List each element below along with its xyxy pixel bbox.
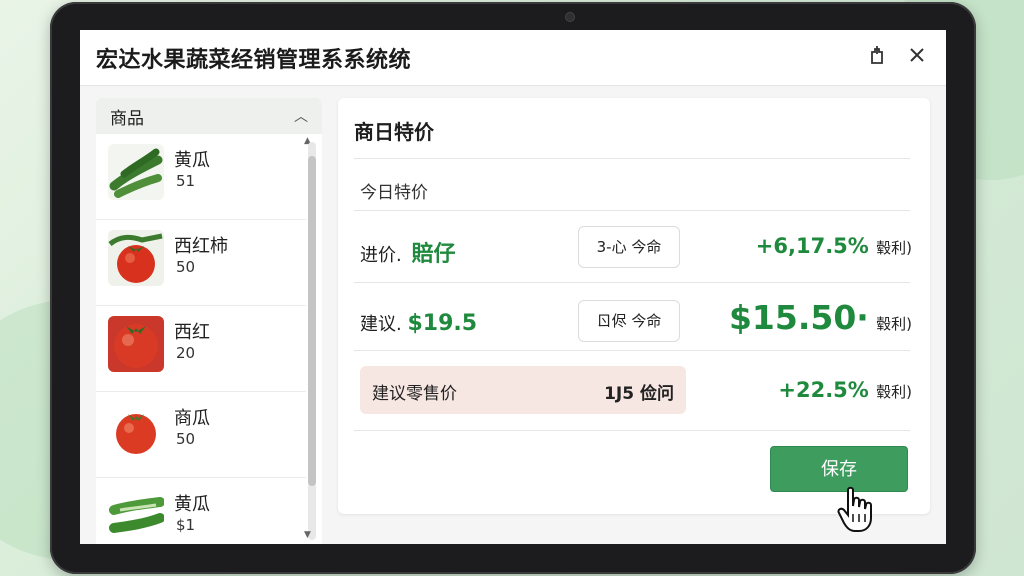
sidebar-header-label: 商品 <box>110 108 144 129</box>
divider <box>354 282 910 283</box>
divider <box>354 210 910 211</box>
margin-note: 毂利) <box>876 315 912 333</box>
list-item[interactable]: 西红 20 <box>96 306 306 392</box>
item-quantity: 20 <box>176 344 196 362</box>
cost-price-button[interactable]: 3-心 今命 <box>578 226 680 268</box>
retail-price-row[interactable]: 建议零售价 1J5 俭问 <box>360 366 686 414</box>
panel-subtitle: 今日特价 <box>360 183 428 203</box>
scrollbar-thumb[interactable] <box>308 156 316 486</box>
cost-price-row: 进价. 賠仔 <box>360 236 455 268</box>
list-item[interactable]: 西红柿 50 <box>96 220 306 306</box>
tomato-thumbnail <box>108 316 164 372</box>
scroll-down-arrow[interactable]: ▼ <box>304 530 311 540</box>
special-price-panel: 商日特价 今日特价 进价. 賠仔 3-心 今命 +6,17.5% 毂利) 建议.… <box>338 98 930 514</box>
margin-row1: +6,17.5% 毂利) <box>756 234 912 258</box>
margin-value: +22.5% <box>778 378 869 402</box>
panel-title: 商日特价 <box>354 120 434 144</box>
item-name: 黄瓜 <box>174 150 210 171</box>
item-quantity: 50 <box>176 258 196 276</box>
list-item[interactable]: 商瓜 50 <box>96 392 306 478</box>
margin-row3: +22.5% 毂利) <box>778 378 912 402</box>
margin-note: 毂利) <box>876 383 912 401</box>
list-item[interactable]: 黄瓜 $1 <box>96 478 306 544</box>
cost-price-value: 賠仔 <box>411 242 456 267</box>
divider <box>354 350 910 351</box>
camera-dot <box>566 13 574 21</box>
margin-note: 毂利) <box>876 239 912 257</box>
suggested-price-label: 建议. <box>360 314 402 335</box>
margin-value: $15.50· <box>728 298 869 337</box>
divider <box>354 158 910 159</box>
title-bar: 宏达水果蔬菜经销管理系系统统 <box>80 30 946 86</box>
share-icon[interactable] <box>864 44 890 70</box>
suggested-price-value: $19.5 <box>407 311 478 336</box>
item-name: 黄瓜 <box>174 494 210 515</box>
cucumber-thumbnail <box>108 488 164 544</box>
app-window: 宏达水果蔬菜经销管理系系统统 商品 ︿ 黄瓜 51 西红柿 50 西红 20 商… <box>80 30 946 544</box>
item-name: 商瓜 <box>174 408 210 429</box>
cost-price-label: 进价. <box>360 245 402 266</box>
item-quantity: 51 <box>176 172 196 190</box>
sidebar-header[interactable]: 商品 ︿ <box>96 98 322 134</box>
hand-cursor-icon <box>837 486 872 532</box>
item-quantity: 50 <box>176 430 196 448</box>
suggested-price-row: 建议. $19.5 <box>360 310 477 336</box>
item-quantity: $1 <box>176 516 196 534</box>
margin-row2: $15.50· 毂利) <box>729 298 912 337</box>
divider <box>354 430 910 431</box>
item-name: 西红柿 <box>174 236 228 257</box>
retail-price-value: 1J5 俭问 <box>604 384 674 404</box>
margin-value: +6,17.5% <box>755 234 869 258</box>
tomato-thumbnail <box>108 230 164 286</box>
retail-price-label: 建议零售价 <box>372 384 457 404</box>
chevron-up-icon[interactable]: ︿ <box>294 106 308 126</box>
app-title: 宏达水果蔬菜经销管理系系统统 <box>96 48 412 73</box>
sidebar-scrollbar[interactable] <box>308 142 316 540</box>
list-item[interactable]: 黄瓜 51 <box>96 134 306 220</box>
tomato-thumbnail <box>108 402 164 458</box>
suggested-price-button[interactable]: ㄖ侭 今命 <box>578 300 680 342</box>
cucumber-thumbnail <box>108 144 164 200</box>
item-name: 西红 <box>174 322 210 343</box>
product-sidebar: 商品 ︿ 黄瓜 51 西红柿 50 西红 20 商瓜 50 黄瓜 $1 ▲ ▼ <box>96 98 322 544</box>
product-list: 黄瓜 51 西红柿 50 西红 20 商瓜 50 黄瓜 $1 <box>96 134 306 544</box>
close-icon[interactable] <box>904 44 930 70</box>
